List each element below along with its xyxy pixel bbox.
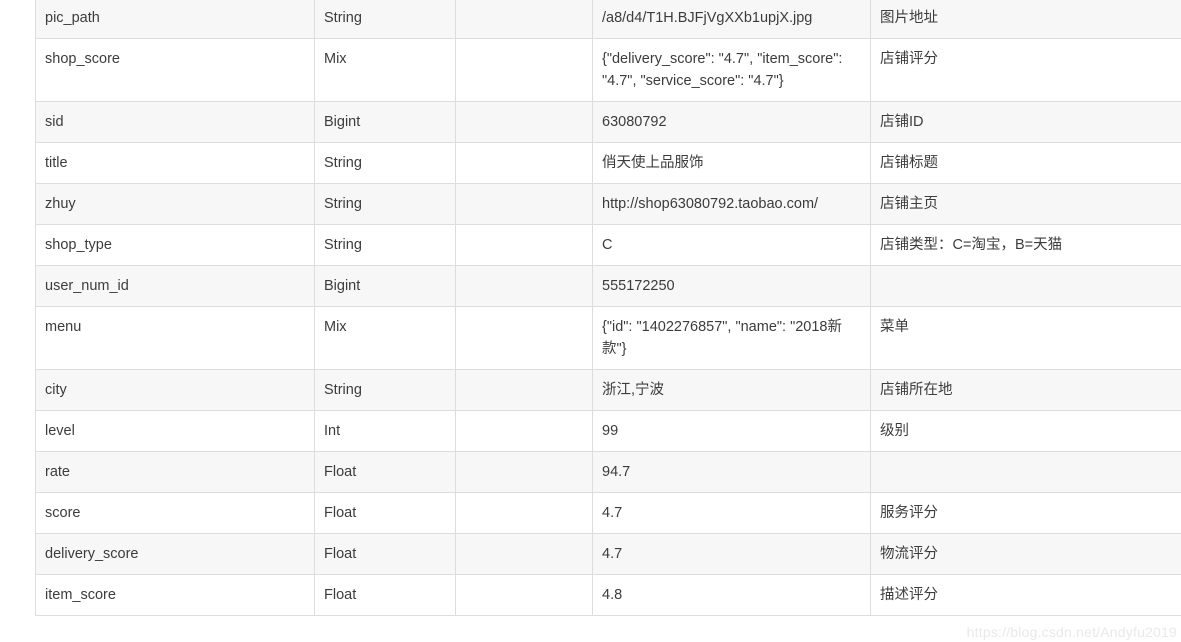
cell-value: 555172250: [592, 265, 871, 307]
cell-field-type: Float: [314, 533, 456, 575]
cell-field-name: item_score: [35, 574, 315, 616]
table-row: city String 浙江,宁波 店铺所在地: [35, 369, 1181, 411]
cell-description: [870, 451, 1181, 493]
cell-blank: [455, 0, 593, 39]
cell-description: 菜单: [870, 306, 1181, 370]
cell-value: 浙江,宁波: [592, 369, 871, 411]
cell-field-name: shop_score: [35, 38, 315, 102]
cell-field-name: title: [35, 142, 315, 184]
cell-blank: [455, 265, 593, 307]
table-row: shop_score Mix {"delivery_score": "4.7", "…: [35, 38, 1181, 102]
table-body: pic_path String/a8/d4/T1H.BJFjVgXXb1upjX.…: [35, 0, 1181, 616]
cell-value: 63080792: [592, 101, 871, 143]
table-row: score Float 4.7 服务评分: [35, 492, 1181, 534]
cell-field-type: Bigint: [314, 101, 456, 143]
cell-field-type: String: [314, 369, 456, 411]
cell-field-name: user_num_id: [35, 265, 315, 307]
cell-description: 级别: [870, 410, 1181, 452]
cell-description: 描述评分: [870, 574, 1181, 616]
cell-description: 店铺所在地: [870, 369, 1181, 411]
cell-value: http://shop63080792.taobao.com/: [592, 183, 871, 225]
cell-value: 4.8: [592, 574, 871, 616]
cell-field-type: Mix: [314, 306, 456, 370]
table-row: zhuy String http://shop63080792.taobao.com…: [35, 183, 1181, 225]
cell-value: {"delivery_score": "4.7", "item_score": …: [592, 38, 871, 102]
cell-field-type: Float: [314, 574, 456, 616]
cell-value: 俏天使上品服饰: [592, 142, 871, 184]
cell-field-name: city: [35, 369, 315, 411]
cell-blank: [455, 574, 593, 616]
watermark: https://blog.csdn.net/Andyfu2019: [966, 624, 1177, 640]
cell-value: /a8/d4/T1H.BJFjVgXXb1upjX.jpg: [592, 0, 871, 39]
cell-field-type: String: [314, 224, 456, 266]
cell-description: 服务评分: [870, 492, 1181, 534]
cell-field-name: delivery_score: [35, 533, 315, 575]
cell-value: 99: [592, 410, 871, 452]
cell-field-type: Float: [314, 451, 456, 493]
cell-value: {"id": "1402276857", "name": "2018新款"}: [592, 306, 871, 370]
cell-blank: [455, 101, 593, 143]
cell-field-name: level: [35, 410, 315, 452]
cell-blank: [455, 410, 593, 452]
cell-field-name: sid: [35, 101, 315, 143]
cell-blank: [455, 492, 593, 534]
cell-field-name: pic_path: [35, 0, 315, 39]
cell-description: 图片地址: [870, 0, 1181, 39]
cell-value: 4.7: [592, 533, 871, 575]
cell-field-name: rate: [35, 451, 315, 493]
cell-blank: [455, 533, 593, 575]
table-row: menu Mix {"id": "1402276857", "name": "201…: [35, 306, 1181, 370]
cell-value: 94.7: [592, 451, 871, 493]
cell-field-name: zhuy: [35, 183, 315, 225]
cell-blank: [455, 451, 593, 493]
table-row: item_score Float 4.8 描述评分: [35, 574, 1181, 616]
table-row: user_num_id Bigint 555172250: [35, 265, 1181, 307]
table-row: title String 俏天使上品服饰 店铺标题: [35, 142, 1181, 184]
table-row: rate Float 94.7: [35, 451, 1181, 493]
cell-field-type: Int: [314, 410, 456, 452]
cell-value: 4.7: [592, 492, 871, 534]
document-viewport: pic_path String/a8/d4/T1H.BJFjVgXXb1upjX.…: [0, 0, 1181, 642]
cell-field-type: Mix: [314, 38, 456, 102]
field-schema-table: pic_path String/a8/d4/T1H.BJFjVgXXb1upjX.…: [35, 0, 1181, 616]
table-row: level Int 99 级别: [35, 410, 1181, 452]
cell-blank: [455, 38, 593, 102]
cell-value: C: [592, 224, 871, 266]
cell-field-type: Bigint: [314, 265, 456, 307]
cell-field-name: menu: [35, 306, 315, 370]
cell-field-name: shop_type: [35, 224, 315, 266]
cell-blank: [455, 224, 593, 266]
table-row: sid Bigint 63080792 店铺ID: [35, 101, 1181, 143]
cell-description: 店铺ID: [870, 101, 1181, 143]
cell-field-type: String: [314, 183, 456, 225]
cell-blank: [455, 183, 593, 225]
cell-field-name: score: [35, 492, 315, 534]
cell-blank: [455, 142, 593, 184]
cell-field-type: String: [314, 142, 456, 184]
table-row: pic_path String/a8/d4/T1H.BJFjVgXXb1upjX.…: [35, 0, 1181, 39]
cell-description: [870, 265, 1181, 307]
cell-description: 店铺标题: [870, 142, 1181, 184]
cell-field-type: String: [314, 0, 456, 39]
table-row: shop_type String C 店铺类型：C=淘宝，B=天猫: [35, 224, 1181, 266]
table-row: delivery_score Float 4.7 物流评分: [35, 533, 1181, 575]
cell-description: 店铺主页: [870, 183, 1181, 225]
cell-field-type: Float: [314, 492, 456, 534]
cell-description: 店铺评分: [870, 38, 1181, 102]
cell-description: 店铺类型：C=淘宝，B=天猫: [870, 224, 1181, 266]
cell-description: 物流评分: [870, 533, 1181, 575]
cell-blank: [455, 369, 593, 411]
cell-blank: [455, 306, 593, 370]
